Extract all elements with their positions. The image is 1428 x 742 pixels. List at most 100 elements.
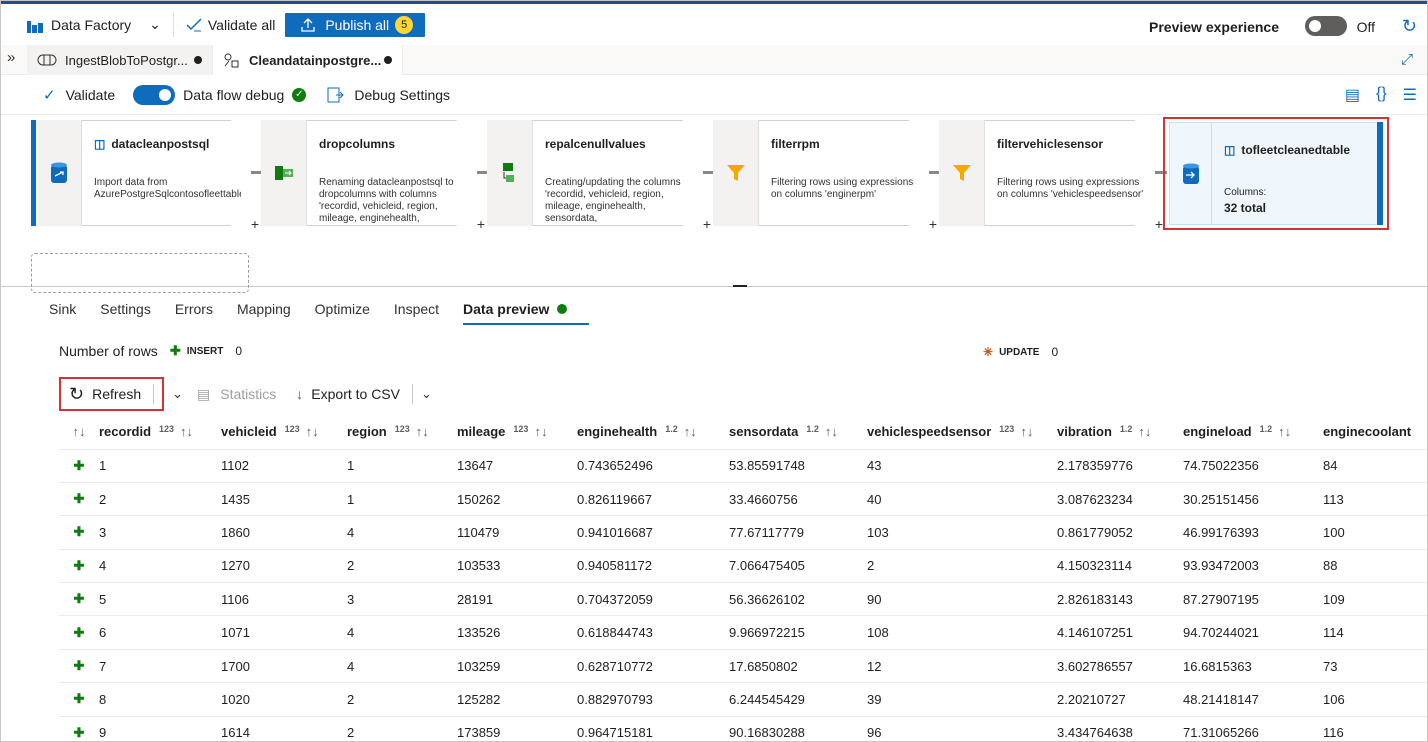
table-row[interactable]: ✚ 4 1270 2 103533 0.940581172 7.066475405 2 4.15…: [59, 549, 1427, 584]
tab-optimize[interactable]: Optimize: [315, 301, 370, 317]
factory-selector[interactable]: Data Factory ⌄: [27, 4, 161, 45]
publish-all-button[interactable]: Publish all 5: [285, 12, 426, 37]
sort-icon[interactable]: ↑↓: [1278, 424, 1291, 439]
insert-icon: ✚: [59, 682, 99, 717]
table-row[interactable]: ✚ 9 1614 2 173859 0.964715181 90.16830288 96 3.4…: [59, 716, 1427, 741]
properties-icon[interactable]: ☰: [1403, 85, 1417, 105]
table-cell: 1071: [221, 615, 347, 650]
add-source-placeholder[interactable]: [31, 253, 249, 293]
debug-toggle[interactable]: [133, 84, 176, 105]
debug-settings-button[interactable]: Debug Settings: [326, 87, 450, 103]
table-cell: 1102: [221, 449, 347, 483]
table-cell: 125282: [457, 682, 577, 717]
add-transform-icon[interactable]: +: [1155, 216, 1163, 232]
factory-icon: [27, 20, 43, 33]
node-repalcenullvalues[interactable]: repalcenullvalues Creating/updating the …: [487, 120, 711, 232]
table-cell: 2.20210727: [1057, 682, 1183, 717]
table-row[interactable]: ✚ 6 1071 4 133526 0.618844743 9.966972215 108 4.…: [59, 615, 1427, 650]
column-type: 1.2: [1119, 424, 1133, 435]
table-cell: 1106: [221, 582, 347, 617]
table-cell: 4: [347, 649, 457, 684]
add-transform-icon[interactable]: +: [251, 216, 259, 232]
validate-all-button[interactable]: Validate all: [186, 4, 275, 45]
statistics-button[interactable]: ▤ Statistics: [197, 386, 276, 403]
table-row[interactable]: ✚ 7 1700 4 103259 0.628710772 17.6850802 12 3.60…: [59, 649, 1427, 684]
table-row[interactable]: ✚ 5 1106 3 28191 0.704372059 56.36626102 90 2.82…: [59, 582, 1427, 617]
chevron-down-icon[interactable]: ⌄: [172, 386, 183, 402]
panel-splitter[interactable]: [733, 285, 747, 287]
script-icon[interactable]: ▤: [1345, 85, 1360, 105]
table-cell: 94.70244021: [1183, 615, 1323, 650]
add-transform-icon[interactable]: +: [929, 216, 937, 232]
sort-icon[interactable]: ↑↓: [534, 424, 547, 439]
refresh-button[interactable]: ↻ Refresh: [59, 377, 165, 411]
export-csv-button[interactable]: ↓ Export to CSV: [296, 384, 413, 404]
table-row[interactable]: ✚ 8 1020 2 125282 0.882970793 6.244545429 39 2.2…: [59, 682, 1427, 717]
node-dropcolumns[interactable]: dropcolumns Renaming datacleanpostsql to…: [261, 120, 485, 232]
column-header[interactable]: mileage 123 ↑↓: [457, 415, 577, 450]
column-header[interactable]: enginehealth 1.2 ↑↓: [577, 415, 729, 450]
node-filterrpm[interactable]: filterrpm Filtering rows using expressio…: [713, 120, 937, 232]
chevron-down-icon[interactable]: ⌄: [149, 16, 161, 33]
debug-settings-label: Debug Settings: [354, 86, 451, 103]
insert-stat: ✚ INSERT 0: [170, 343, 242, 359]
source-icon: [36, 120, 82, 226]
table-row[interactable]: ✚ 1 1102 1 13647 0.743652496 53.85591748 43 2.17…: [59, 449, 1427, 483]
tab-inspect[interactable]: Inspect: [394, 301, 439, 317]
validate-button[interactable]: ✓ Validate: [43, 86, 115, 104]
column-header[interactable]: vehiclespeedsensor 123 ↑↓: [867, 415, 1057, 450]
table-row[interactable]: ✚ 2 1435 1 150262 0.826119667 33.4660756 40 3.08…: [59, 482, 1427, 517]
sort-icon[interactable]: ↑↓: [306, 424, 319, 439]
node-datacleanpostsql[interactable]: ◫ datacleanpostsql Import data from Azure…: [36, 120, 259, 232]
chevron-down-icon[interactable]: ⌄: [421, 386, 432, 402]
code-icon[interactable]: {}: [1376, 85, 1387, 105]
refresh-icon[interactable]: ↻: [1402, 16, 1417, 37]
sort-icon[interactable]: ↑↓: [1020, 424, 1033, 439]
node-filtervehiclesensor[interactable]: filtervehiclesensor Filtering rows using…: [939, 120, 1163, 232]
tab-ingest[interactable]: IngestBlobToPostgr...: [27, 45, 213, 75]
sort-icon[interactable]: ↑↓: [416, 424, 429, 439]
table-cell: 1: [99, 449, 221, 483]
column-type: 1.2: [665, 424, 678, 435]
table-cell: 93.93472003: [1183, 549, 1323, 584]
insert-icon: ✚: [59, 615, 99, 650]
check-icon: ✓: [43, 86, 56, 104]
sort-icon[interactable]: ↑↓: [825, 424, 838, 439]
dataflow-canvas[interactable]: ◫ datacleanpostsql Import data from Azure…: [1, 115, 1427, 293]
tab-errors[interactable]: Errors: [175, 301, 213, 317]
tab-mapping[interactable]: Mapping: [237, 301, 291, 317]
sort-icon[interactable]: ↑↓: [180, 424, 193, 439]
column-header[interactable]: recordid 123 ↑↓: [99, 415, 221, 450]
maximize-icon[interactable]: ⤢: [1401, 51, 1413, 68]
column-name: vibration: [1057, 424, 1112, 440]
expand-sidebar-icon[interactable]: »: [7, 49, 15, 66]
sort-icon[interactable]: ↑↓: [684, 424, 697, 439]
tab-data-preview[interactable]: Data preview: [463, 301, 590, 325]
table-cell: 39: [867, 682, 1057, 717]
add-transform-icon[interactable]: +: [477, 216, 485, 232]
column-header[interactable]: enginecoolant: [1323, 415, 1427, 450]
column-header[interactable]: sensordata 1.2 ↑↓: [729, 415, 867, 450]
node-tofleetcleanedtable[interactable]: ◫ tofleetcleanedtable Columns: 32 total: [1163, 117, 1389, 230]
table-cell: 3.602786557: [1057, 649, 1183, 684]
row-count-summary: Number of rows ✚ INSERT 0: [59, 343, 242, 359]
sort-icon[interactable]: ↑↓: [59, 415, 99, 450]
column-type: 123: [513, 424, 529, 435]
pipeline-icon: [37, 54, 57, 66]
table-cell: 4: [99, 549, 221, 584]
sort-icon[interactable]: ↑↓: [1138, 424, 1151, 439]
column-header[interactable]: vehicleid 123 ↑↓: [221, 415, 347, 450]
column-header[interactable]: region 123 ↑↓: [347, 415, 457, 450]
table-row[interactable]: ✚ 3 1860 4 110479 0.941016687 77.67117779 103 0.…: [59, 515, 1427, 550]
column-name: vehicleid: [221, 424, 277, 440]
tab-sink[interactable]: Sink: [49, 301, 76, 317]
column-header[interactable]: vibration 1.2 ↑↓: [1057, 415, 1183, 450]
tab-settings[interactable]: Settings: [100, 301, 151, 317]
tab-cleandata[interactable]: Cleandatainpostgre...: [213, 45, 403, 75]
column-header[interactable]: engineload 1.2 ↑↓: [1183, 415, 1323, 450]
preview-toggle[interactable]: [1305, 16, 1347, 36]
table-header: ↑↓ recordid 123 ↑↓ vehicleid 123 ↑↓ region 12…: [59, 415, 1427, 450]
table-cell: 16.6815363: [1183, 649, 1323, 684]
add-transform-icon[interactable]: +: [703, 216, 711, 232]
rows-label: Number of rows: [59, 343, 158, 359]
